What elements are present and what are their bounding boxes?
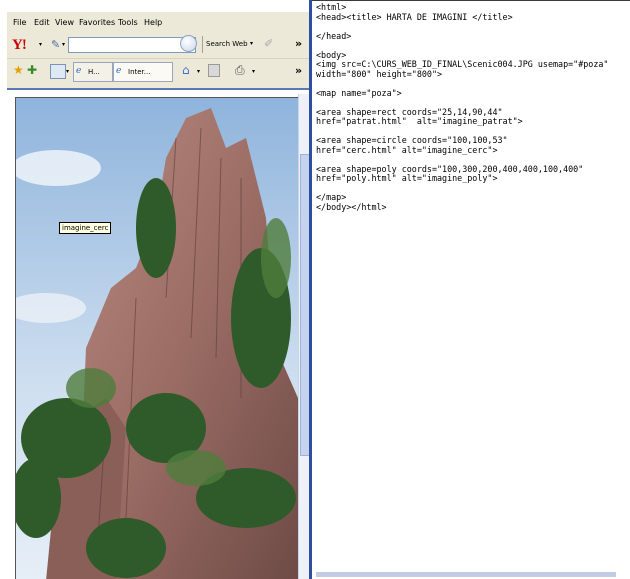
home-dropdown-icon[interactable]: ▾	[197, 68, 200, 75]
printer-icon[interactable]: ⎙	[235, 63, 245, 78]
tab-internet[interactable]: ℯ Inter...	[113, 62, 173, 82]
print-dropdown-icon[interactable]: ▾	[252, 68, 255, 75]
code-line: href="cerc.html" alt="imagine_cerc">	[316, 144, 498, 155]
pencil-dropdown-icon[interactable]: ▾	[62, 41, 65, 48]
browser-window: File Edit View Favorites Tools Help Y! ▾…	[7, 12, 310, 579]
menu-tools[interactable]: Tools	[118, 18, 138, 27]
top-rule	[312, 0, 630, 1]
home-icon[interactable]: ⌂	[182, 63, 190, 77]
code-line: </head>	[316, 30, 352, 41]
star-icon[interactable]: ★	[13, 63, 24, 77]
search-input[interactable]	[68, 37, 196, 53]
pane-divider	[309, 0, 312, 579]
yahoo-toolbar: Y! ▾ ✎ ▾ Search Web ▾ ✐ »	[7, 32, 309, 56]
menu-file[interactable]: File	[13, 18, 26, 27]
tab-label: Inter...	[128, 68, 151, 76]
more-chevron-icon[interactable]: »	[295, 37, 302, 50]
pencil-icon[interactable]: ✎	[51, 38, 60, 51]
logo-dropdown-icon[interactable]: ▾	[39, 41, 42, 48]
vertical-scrollbar[interactable]	[298, 94, 309, 579]
search-ball-icon[interactable]	[180, 35, 197, 52]
page-viewport: imagine_cerc	[7, 88, 309, 579]
code-line: width="800" height="800">	[316, 68, 443, 79]
tab-harta[interactable]: ℯ H...	[73, 62, 113, 82]
search-web-dropdown-icon[interactable]: ▾	[250, 40, 253, 47]
add-favorite-icon[interactable]: ✚	[27, 63, 37, 77]
bottom-scrollbar[interactable]	[316, 572, 616, 577]
menu-view[interactable]: View	[55, 18, 74, 27]
menu-help[interactable]: Help	[144, 18, 162, 27]
feeds-icon[interactable]	[208, 64, 220, 77]
image-map-photo[interactable]: imagine_cerc	[15, 97, 299, 579]
html-source-code: <html> <head><title> HARTA DE IMAGINI </t…	[316, 2, 626, 212]
more-chevron-icon[interactable]: »	[295, 64, 302, 77]
tabs-toolbar: ★ ✚ ▾ ℯ H... ℯ Inter... ⌂ ▾ ⎙ ▾ »	[7, 58, 309, 83]
tab-list-dropdown-icon[interactable]: ▾	[66, 68, 69, 75]
search-web-button[interactable]: Search Web	[206, 40, 248, 48]
code-line: </body></html>	[316, 201, 387, 212]
quick-tabs-icon[interactable]	[50, 64, 66, 79]
tab-label: H...	[88, 68, 100, 76]
code-line: <map name="poza">	[316, 87, 402, 98]
menu-edit[interactable]: Edit	[34, 18, 50, 27]
code-line: href="patrat.html" alt="imagine_patrat">	[316, 116, 523, 126]
highlighter-icon[interactable]: ✐	[264, 37, 273, 50]
screenshot-frame: File Edit View Favorites Tools Help Y! ▾…	[0, 0, 630, 579]
cliff-photo	[16, 98, 298, 579]
code-line: <head><title> HARTA DE IMAGINI </title>	[316, 11, 513, 22]
menu-favorites[interactable]: Favorites	[79, 18, 115, 27]
ie-page-icon: ℯ	[116, 66, 122, 76]
code-line: href="poly.html" alt="imagine_poly">	[316, 173, 498, 183]
ie-page-icon: ℯ	[76, 66, 82, 76]
area-tooltip: imagine_cerc	[59, 222, 112, 234]
menu-bar: File Edit View Favorites Tools Help	[7, 15, 309, 31]
yahoo-logo[interactable]: Y!	[12, 37, 27, 54]
toolbar-separator	[202, 36, 203, 53]
